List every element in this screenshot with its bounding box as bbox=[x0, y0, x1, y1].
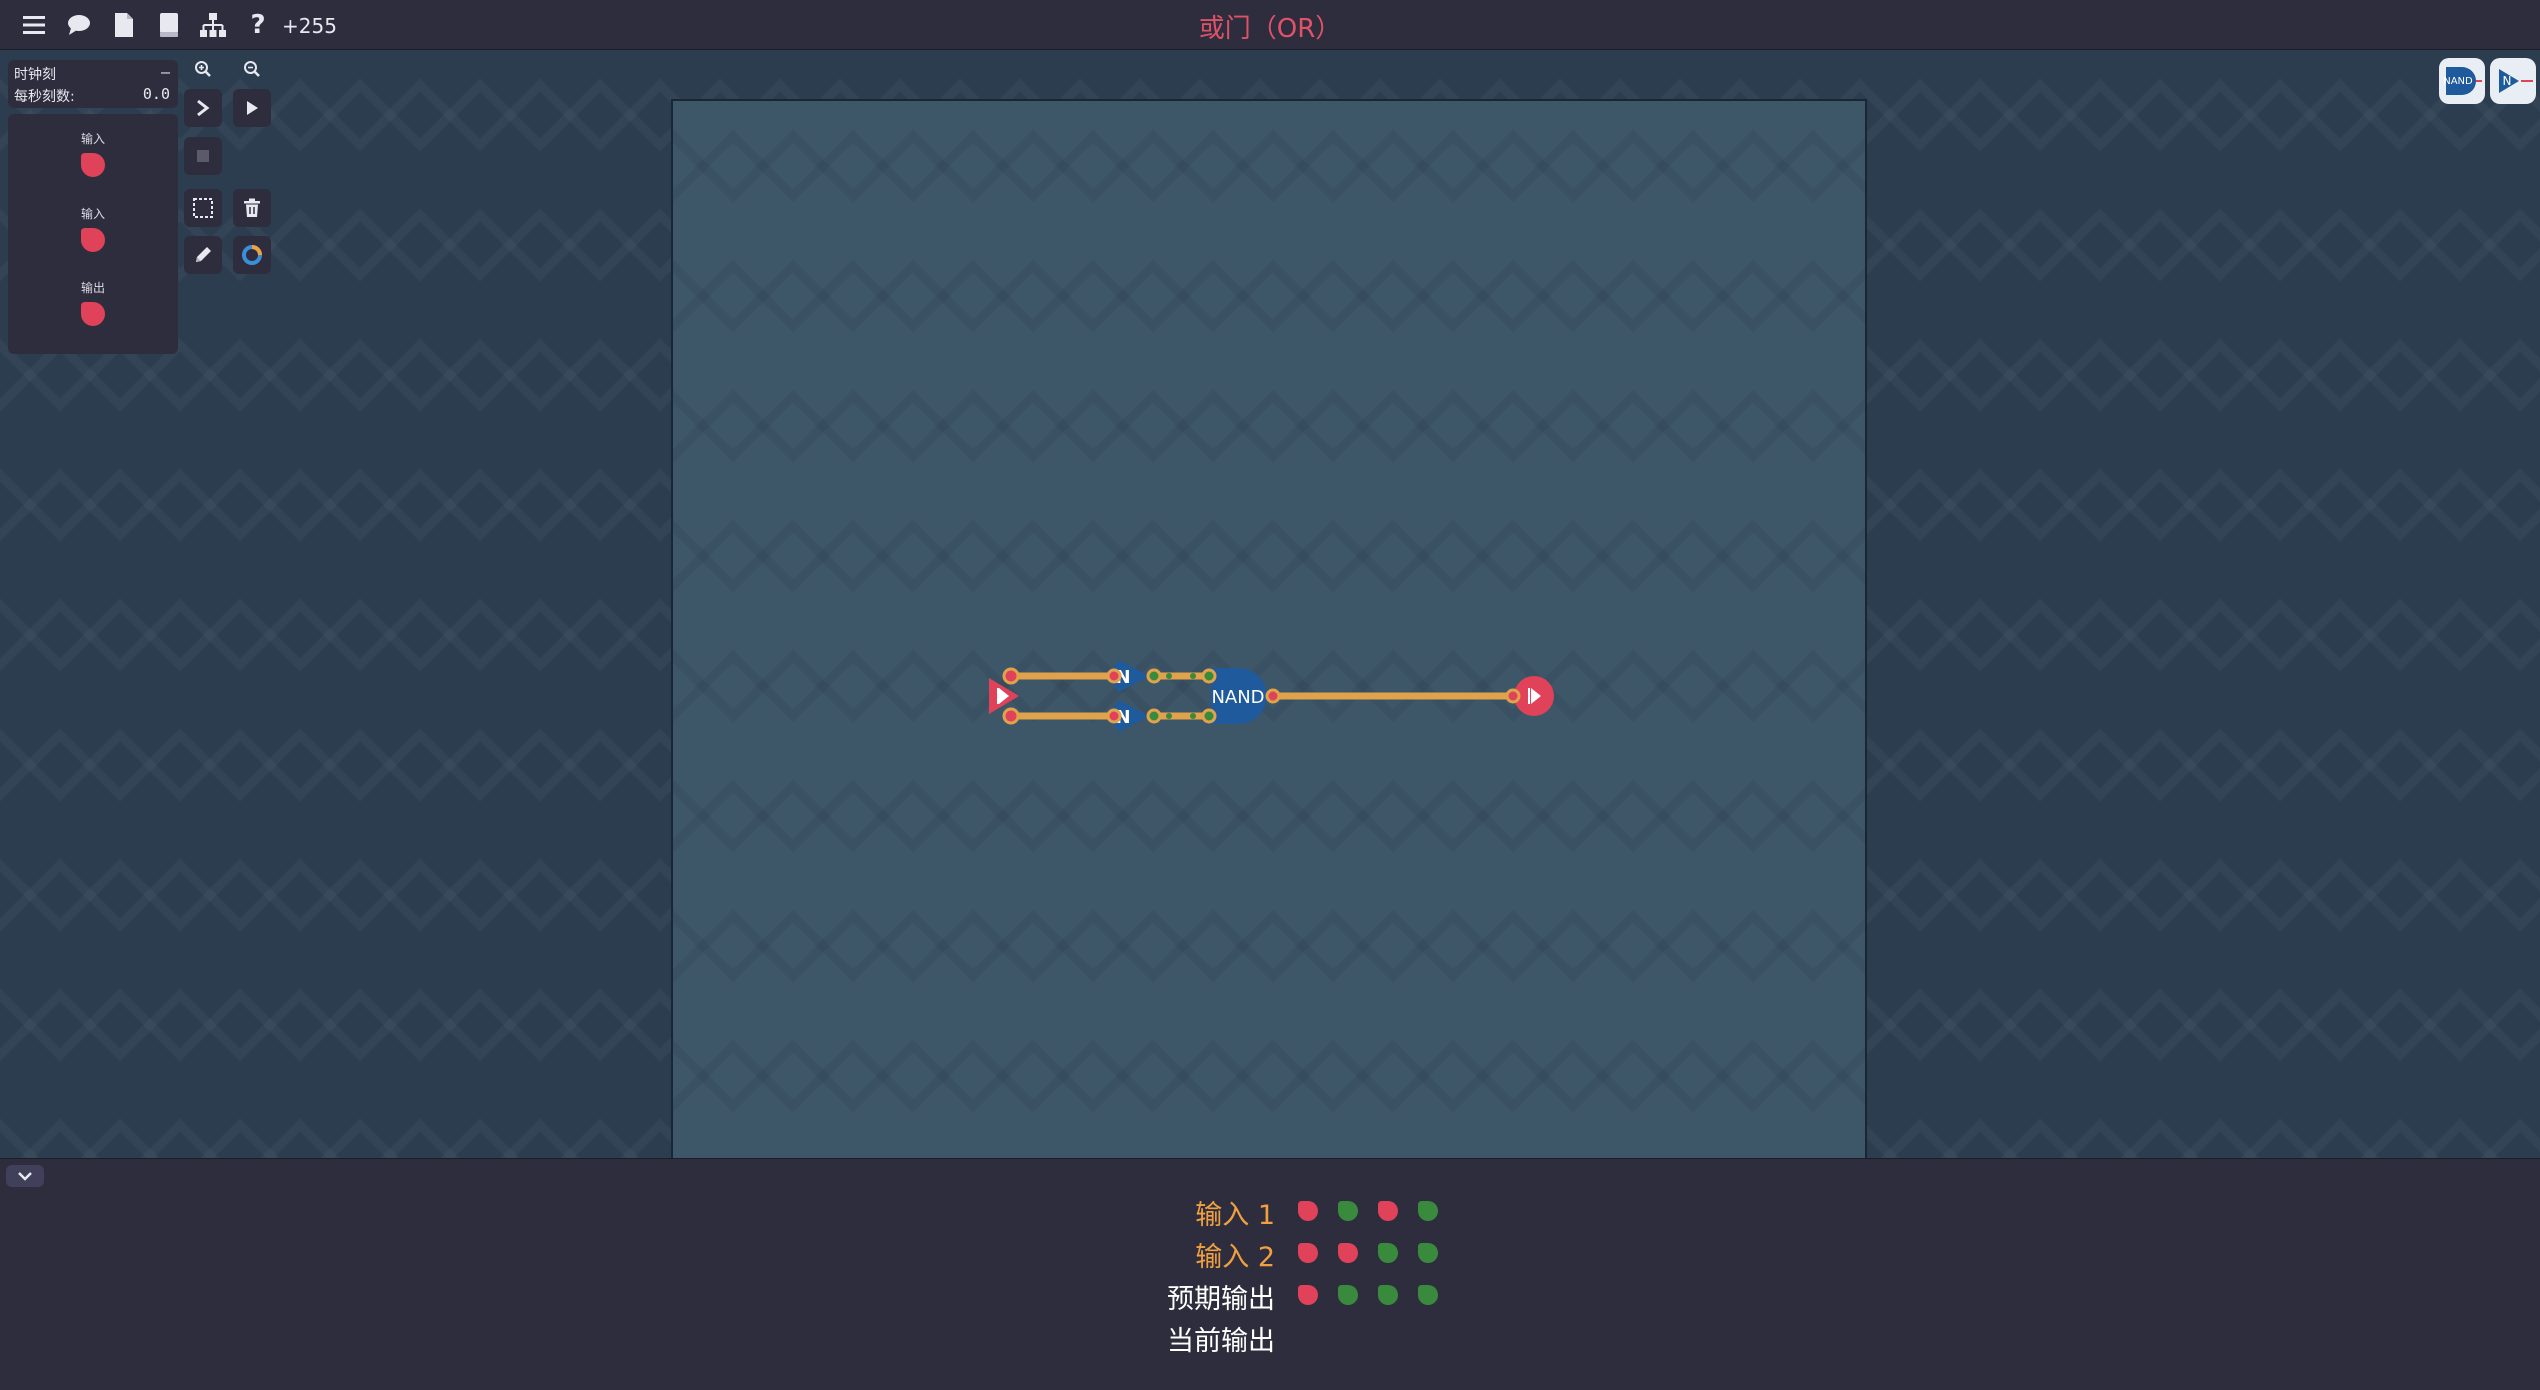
stop-icon bbox=[197, 150, 209, 162]
truth-table-row-input-2: 输入 2 bbox=[0, 1233, 2540, 1273]
delete-button[interactable] bbox=[233, 189, 271, 227]
truth-table-row-label: 当前输出 bbox=[1167, 1326, 1275, 1357]
play-icon bbox=[247, 101, 258, 115]
circuit-diagram: N N NAND bbox=[989, 660, 1554, 732]
top-bar: ? +255 或门（OR） bbox=[0, 0, 2540, 50]
input-pin[interactable] bbox=[989, 667, 1020, 725]
palette-item-label: 输出 bbox=[80, 281, 105, 295]
select-button[interactable] bbox=[184, 189, 222, 227]
state-off-dot bbox=[1378, 1201, 1398, 1221]
color-icon bbox=[242, 245, 262, 265]
zoom-in-button[interactable] bbox=[184, 56, 222, 82]
truth-table-panel: 输入 1 输入 2 预期输出 当前输出 bbox=[0, 1158, 2540, 1390]
palette-item-output[interactable]: 输出 bbox=[8, 279, 178, 332]
state-on-dot bbox=[1418, 1285, 1438, 1305]
nand-chip-label: NAND bbox=[2443, 76, 2473, 87]
not-gate-2[interactable]: N bbox=[1106, 700, 1162, 732]
nand-gate-label: NAND bbox=[1211, 687, 1264, 708]
state-on-dot bbox=[1338, 1285, 1358, 1305]
color-button[interactable] bbox=[233, 236, 271, 274]
stop-button[interactable] bbox=[184, 137, 222, 175]
clock-ticks-value: – bbox=[160, 63, 170, 81]
level-title: 或门（OR） bbox=[1198, 14, 1342, 44]
collapse-panel-button[interactable] bbox=[6, 1165, 44, 1187]
output-pin-icon bbox=[81, 302, 105, 326]
pencil-icon bbox=[196, 247, 211, 262]
truth-table-row-current: 当前输出 bbox=[0, 1317, 2540, 1357]
step-button[interactable] bbox=[184, 89, 222, 127]
palette-item-input-2[interactable]: 输入 bbox=[8, 205, 178, 258]
nand-gate[interactable]: NAND bbox=[1201, 668, 1281, 724]
state-off-dot bbox=[1298, 1243, 1318, 1263]
not-gate-1[interactable]: N bbox=[1106, 660, 1162, 692]
clock-ticks-label: 时钟刻 bbox=[14, 67, 56, 83]
state-on-dot bbox=[1378, 1243, 1398, 1263]
truth-table-row-input-1: 输入 1 bbox=[0, 1191, 2540, 1231]
input-pin-icon bbox=[81, 153, 105, 177]
zoom-out-icon bbox=[244, 61, 260, 77]
clock-rate-value[interactable]: 0.0 bbox=[143, 85, 170, 103]
play-button[interactable] bbox=[233, 89, 271, 127]
truth-table-row-label: 预期输出 bbox=[1167, 1284, 1275, 1315]
zoom-in-icon bbox=[195, 61, 211, 77]
select-icon bbox=[193, 198, 213, 218]
state-off-dot bbox=[1298, 1201, 1318, 1221]
truth-table-row-expected: 预期输出 bbox=[0, 1275, 2540, 1315]
delete-icon bbox=[244, 198, 260, 217]
zoom-out-button[interactable] bbox=[233, 56, 271, 82]
truth-table-row-label: 输入 2 bbox=[1195, 1242, 1275, 1273]
pencil-button[interactable] bbox=[184, 236, 222, 274]
circuit-board[interactable]: N N NAND bbox=[671, 99, 1867, 1159]
not-chip-button[interactable]: N bbox=[2490, 58, 2536, 104]
truth-table-row-label: 输入 1 bbox=[1195, 1200, 1275, 1231]
palette-item-input-1[interactable]: 输入 bbox=[8, 130, 178, 183]
state-on-dot bbox=[1378, 1285, 1398, 1305]
state-on-dot bbox=[1338, 1201, 1358, 1221]
clock-panel: 时钟刻 – 每秒刻数: 0.0 bbox=[8, 60, 178, 108]
state-off-dot bbox=[1338, 1243, 1358, 1263]
input-pin-icon bbox=[81, 228, 105, 252]
palette-item-label: 输入 bbox=[80, 207, 105, 221]
state-on-dot bbox=[1418, 1243, 1438, 1263]
component-palette: 输入 输入 输出 bbox=[8, 114, 178, 354]
chevron-down-icon bbox=[18, 1172, 32, 1181]
palette-item-label: 输入 bbox=[80, 132, 105, 146]
nand-chip-button[interactable]: NAND bbox=[2439, 58, 2485, 104]
state-on-dot bbox=[1418, 1201, 1438, 1221]
state-off-dot bbox=[1298, 1285, 1318, 1305]
output-pin[interactable] bbox=[1505, 676, 1554, 716]
step-icon bbox=[197, 99, 210, 117]
clock-rate-label: 每秒刻数: bbox=[14, 89, 75, 105]
not-chip-label: N bbox=[2503, 74, 2512, 88]
